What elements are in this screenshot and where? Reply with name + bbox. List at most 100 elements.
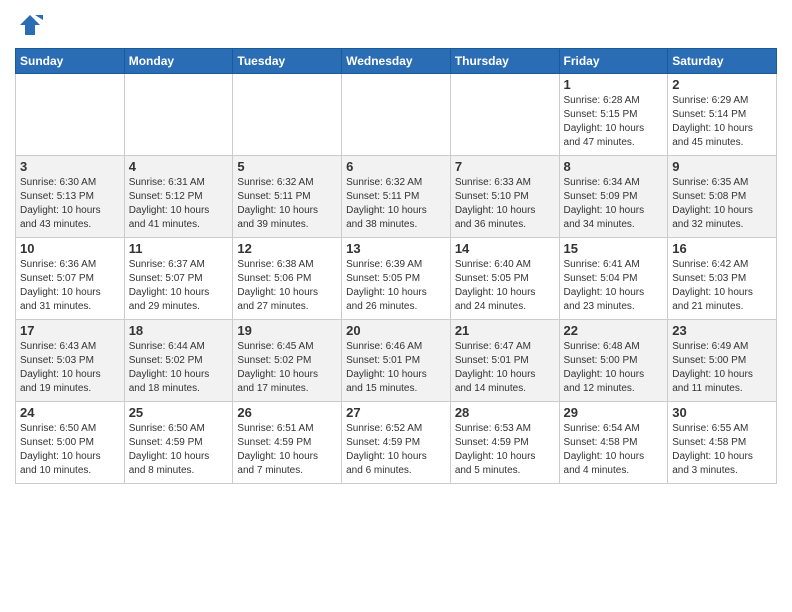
- calendar-week-row: 10Sunrise: 6:36 AM Sunset: 5:07 PM Dayli…: [16, 238, 777, 320]
- page-container: SundayMondayTuesdayWednesdayThursdayFrid…: [0, 0, 792, 489]
- day-info: Sunrise: 6:33 AM Sunset: 5:10 PM Dayligh…: [455, 177, 536, 230]
- day-info: Sunrise: 6:31 AM Sunset: 5:12 PM Dayligh…: [129, 177, 210, 230]
- day-info: Sunrise: 6:30 AM Sunset: 5:13 PM Dayligh…: [20, 177, 101, 230]
- logo-icon: [15, 10, 45, 40]
- day-info: Sunrise: 6:37 AM Sunset: 5:07 PM Dayligh…: [129, 259, 210, 312]
- day-number: 24: [20, 405, 120, 420]
- day-number: 3: [20, 159, 120, 174]
- calendar-table: SundayMondayTuesdayWednesdayThursdayFrid…: [15, 48, 777, 484]
- day-info: Sunrise: 6:34 AM Sunset: 5:09 PM Dayligh…: [564, 177, 645, 230]
- weekday-header-saturday: Saturday: [668, 49, 777, 74]
- day-info: Sunrise: 6:46 AM Sunset: 5:01 PM Dayligh…: [346, 341, 427, 394]
- weekday-header-row: SundayMondayTuesdayWednesdayThursdayFrid…: [16, 49, 777, 74]
- day-number: 6: [346, 159, 446, 174]
- calendar-cell: 13Sunrise: 6:39 AM Sunset: 5:05 PM Dayli…: [342, 238, 451, 320]
- day-number: 17: [20, 323, 120, 338]
- calendar-cell: 19 Sunrise: 6:45 AM Sunset: 5:02 PM Dayli…: [233, 320, 342, 402]
- calendar-week-row: 1 Sunrise: 6:28 AM Sunset: 5:15 PM Daylig…: [16, 74, 777, 156]
- day-info: Sunrise: 6:45 AM Sunset: 5:02 PM Dayligh…: [237, 341, 318, 394]
- day-info: Sunrise: 6:50 AM Sunset: 4:59 PM Dayligh…: [129, 423, 210, 476]
- day-number: 18: [129, 323, 229, 338]
- calendar-cell: 8 Sunrise: 6:34 AM Sunset: 5:09 PM Daylig…: [559, 156, 668, 238]
- calendar-week-row: 24 Sunrise: 6:50 AM Sunset: 5:00 PM Dayli…: [16, 402, 777, 484]
- day-info: Sunrise: 6:38 AM Sunset: 5:06 PM Dayligh…: [237, 259, 318, 312]
- calendar-cell: 26 Sunrise: 6:51 AM Sunset: 4:59 PM Dayli…: [233, 402, 342, 484]
- weekday-header-thursday: Thursday: [450, 49, 559, 74]
- day-info: Sunrise: 6:50 AM Sunset: 5:00 PM Dayligh…: [20, 423, 101, 476]
- day-number: 22: [564, 323, 664, 338]
- calendar-cell: 25 Sunrise: 6:50 AM Sunset: 4:59 PM Dayli…: [124, 402, 233, 484]
- calendar-cell: 10Sunrise: 6:36 AM Sunset: 5:07 PM Dayli…: [16, 238, 125, 320]
- day-number: 21: [455, 323, 555, 338]
- day-info: Sunrise: 6:51 AM Sunset: 4:59 PM Dayligh…: [237, 423, 318, 476]
- calendar-cell: 3 Sunrise: 6:30 AM Sunset: 5:13 PM Daylig…: [16, 156, 125, 238]
- calendar-body: 1 Sunrise: 6:28 AM Sunset: 5:15 PM Daylig…: [16, 74, 777, 484]
- calendar-cell: 6 Sunrise: 6:32 AM Sunset: 5:11 PM Daylig…: [342, 156, 451, 238]
- day-number: 29: [564, 405, 664, 420]
- calendar-cell: 4Sunrise: 6:31 AM Sunset: 5:12 PM Daylig…: [124, 156, 233, 238]
- day-info: Sunrise: 6:40 AM Sunset: 5:05 PM Dayligh…: [455, 259, 536, 312]
- calendar-cell: 15 Sunrise: 6:41 AM Sunset: 5:04 PM Dayli…: [559, 238, 668, 320]
- weekday-header-wednesday: Wednesday: [342, 49, 451, 74]
- day-info: Sunrise: 6:39 AM Sunset: 5:05 PM Dayligh…: [346, 259, 427, 312]
- day-info: Sunrise: 6:32 AM Sunset: 5:11 PM Dayligh…: [346, 177, 427, 230]
- day-info: Sunrise: 6:41 AM Sunset: 5:04 PM Dayligh…: [564, 259, 645, 312]
- day-number: 19: [237, 323, 337, 338]
- day-number: 9: [672, 159, 772, 174]
- day-info: Sunrise: 6:28 AM Sunset: 5:15 PM Dayligh…: [564, 95, 645, 148]
- calendar-cell: 20 Sunrise: 6:46 AM Sunset: 5:01 PM Dayli…: [342, 320, 451, 402]
- calendar-cell: 5Sunrise: 6:32 AM Sunset: 5:11 PM Daylig…: [233, 156, 342, 238]
- day-number: 25: [129, 405, 229, 420]
- calendar-header: SundayMondayTuesdayWednesdayThursdayFrid…: [16, 49, 777, 74]
- calendar-week-row: 3 Sunrise: 6:30 AM Sunset: 5:13 PM Daylig…: [16, 156, 777, 238]
- day-number: 11: [129, 241, 229, 256]
- day-info: Sunrise: 6:49 AM Sunset: 5:00 PM Dayligh…: [672, 341, 753, 394]
- day-number: 12: [237, 241, 337, 256]
- day-number: 8: [564, 159, 664, 174]
- calendar-cell: 7Sunrise: 6:33 AM Sunset: 5:10 PM Daylig…: [450, 156, 559, 238]
- calendar-cell: 16Sunrise: 6:42 AM Sunset: 5:03 PM Dayli…: [668, 238, 777, 320]
- calendar-cell: 27 Sunrise: 6:52 AM Sunset: 4:59 PM Dayli…: [342, 402, 451, 484]
- calendar-cell: 23 Sunrise: 6:49 AM Sunset: 5:00 PM Dayli…: [668, 320, 777, 402]
- day-info: Sunrise: 6:48 AM Sunset: 5:00 PM Dayligh…: [564, 341, 645, 394]
- day-info: Sunrise: 6:35 AM Sunset: 5:08 PM Dayligh…: [672, 177, 753, 230]
- day-info: Sunrise: 6:36 AM Sunset: 5:07 PM Dayligh…: [20, 259, 101, 312]
- logo: [15, 10, 49, 40]
- day-number: 15: [564, 241, 664, 256]
- calendar-cell: 9 Sunrise: 6:35 AM Sunset: 5:08 PM Daylig…: [668, 156, 777, 238]
- day-number: 23: [672, 323, 772, 338]
- calendar-cell: 28Sunrise: 6:53 AM Sunset: 4:59 PM Dayli…: [450, 402, 559, 484]
- calendar-cell: [233, 74, 342, 156]
- day-info: Sunrise: 6:29 AM Sunset: 5:14 PM Dayligh…: [672, 95, 753, 148]
- weekday-header-tuesday: Tuesday: [233, 49, 342, 74]
- calendar-cell: 14Sunrise: 6:40 AM Sunset: 5:05 PM Dayli…: [450, 238, 559, 320]
- day-number: 27: [346, 405, 446, 420]
- day-info: Sunrise: 6:52 AM Sunset: 4:59 PM Dayligh…: [346, 423, 427, 476]
- calendar-cell: 21 Sunrise: 6:47 AM Sunset: 5:01 PM Dayli…: [450, 320, 559, 402]
- weekday-header-friday: Friday: [559, 49, 668, 74]
- weekday-header-sunday: Sunday: [16, 49, 125, 74]
- day-info: Sunrise: 6:42 AM Sunset: 5:03 PM Dayligh…: [672, 259, 753, 312]
- calendar-cell: [16, 74, 125, 156]
- day-number: 5: [237, 159, 337, 174]
- day-info: Sunrise: 6:55 AM Sunset: 4:58 PM Dayligh…: [672, 423, 753, 476]
- day-number: 2: [672, 77, 772, 92]
- day-info: Sunrise: 6:47 AM Sunset: 5:01 PM Dayligh…: [455, 341, 536, 394]
- calendar-cell: 22 Sunrise: 6:48 AM Sunset: 5:00 PM Dayli…: [559, 320, 668, 402]
- calendar-cell: 2 Sunrise: 6:29 AM Sunset: 5:14 PM Daylig…: [668, 74, 777, 156]
- day-number: 1: [564, 77, 664, 92]
- calendar-cell: 18 Sunrise: 6:44 AM Sunset: 5:02 PM Dayli…: [124, 320, 233, 402]
- day-info: Sunrise: 6:44 AM Sunset: 5:02 PM Dayligh…: [129, 341, 210, 394]
- calendar-cell: 17Sunrise: 6:43 AM Sunset: 5:03 PM Dayli…: [16, 320, 125, 402]
- day-number: 26: [237, 405, 337, 420]
- day-number: 20: [346, 323, 446, 338]
- calendar-cell: 1 Sunrise: 6:28 AM Sunset: 5:15 PM Daylig…: [559, 74, 668, 156]
- day-number: 30: [672, 405, 772, 420]
- calendar-cell: 12 Sunrise: 6:38 AM Sunset: 5:06 PM Dayli…: [233, 238, 342, 320]
- calendar-cell: 29 Sunrise: 6:54 AM Sunset: 4:58 PM Dayli…: [559, 402, 668, 484]
- day-info: Sunrise: 6:53 AM Sunset: 4:59 PM Dayligh…: [455, 423, 536, 476]
- calendar-cell: [450, 74, 559, 156]
- calendar-cell: 30 Sunrise: 6:55 AM Sunset: 4:58 PM Dayli…: [668, 402, 777, 484]
- calendar-cell: [124, 74, 233, 156]
- day-info: Sunrise: 6:54 AM Sunset: 4:58 PM Dayligh…: [564, 423, 645, 476]
